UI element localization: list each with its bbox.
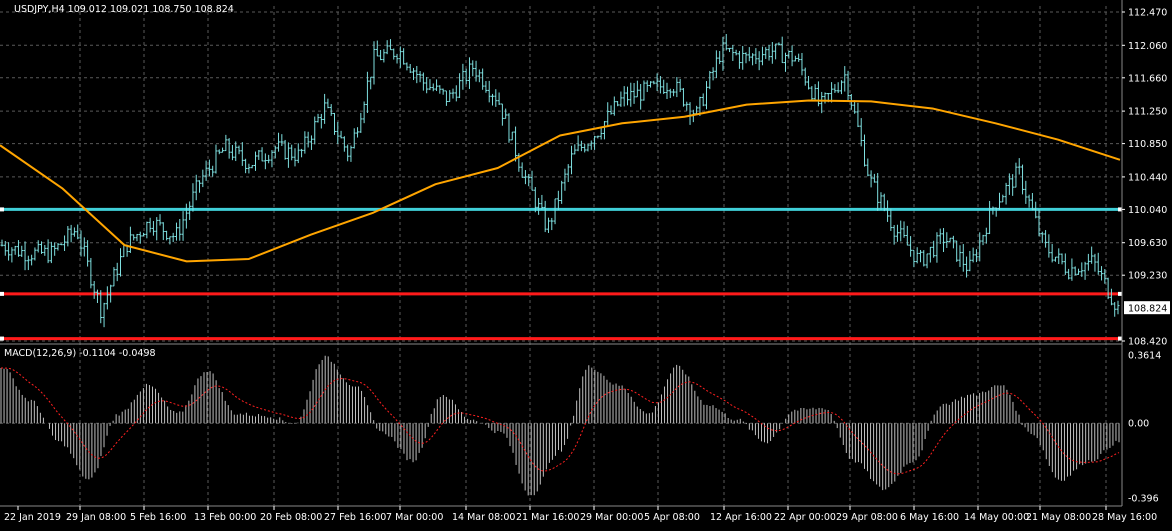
time-tick-label: 29 Jan 08:00 — [66, 512, 126, 523]
macd-tick-label: 0.3614 — [1128, 351, 1161, 362]
time-tick-label: 6 May 16:00 — [900, 512, 959, 523]
chart-canvas[interactable]: 112.470 112.060 111.660 111.250 110.850 110.4… — [0, 0, 1172, 527]
level-handle-left — [0, 207, 4, 212]
current-price-label: 108.824 — [1128, 304, 1167, 315]
time-tick-label: 14 May 00:00 — [964, 512, 1029, 523]
symbol-title: USDJPY,H4 109.012 109.021 108.750 108.82… — [14, 4, 234, 15]
chart-background — [0, 0, 1172, 527]
price-tick-label: 109.630 — [1128, 238, 1167, 249]
time-tick-label: 12 Apr 16:00 — [710, 512, 772, 523]
price-tick-label: 112.060 — [1128, 41, 1167, 52]
price-tick-label: 112.470 — [1128, 8, 1167, 19]
time-tick-label: 29 Mar 00:00 — [580, 512, 643, 523]
price-tick-label: 110.850 — [1128, 139, 1167, 150]
price-tick-label: 109.230 — [1128, 271, 1167, 282]
level-handle-left — [0, 336, 4, 341]
macd-tick-label: 0.00 — [1128, 419, 1149, 430]
time-tick-label: 27 Feb 16:00 — [324, 512, 386, 523]
time-tick-label: 13 Feb 00:00 — [194, 512, 256, 523]
price-tick-label: 108.420 — [1128, 337, 1167, 348]
time-tick-label: 7 Mar 00:00 — [386, 512, 443, 523]
level-handle-right — [1118, 336, 1122, 341]
time-tick-label: 22 Jan 2019 — [4, 512, 61, 523]
level-handle-right — [1118, 207, 1122, 212]
price-tick-label: 111.250 — [1128, 107, 1167, 118]
time-tick-label: 14 Mar 08:00 — [452, 512, 515, 523]
time-tick-label: 29 Apr 08:00 — [836, 512, 898, 523]
time-tick-label: 20 Feb 08:00 — [260, 512, 322, 523]
level-handle-left — [0, 291, 4, 296]
price-tick-label: 111.660 — [1128, 73, 1167, 84]
macd-title: MACD(12,26,9) -0.1104 -0.0498 — [4, 348, 156, 359]
time-tick-label: 22 Apr 00:00 — [774, 512, 836, 523]
time-tick-label: 5 Apr 08:00 — [644, 512, 700, 523]
time-tick-label: 28 May 16:00 — [1092, 512, 1157, 523]
time-tick-label: 5 Feb 16:00 — [130, 512, 186, 523]
price-tick-label: 110.040 — [1128, 205, 1167, 216]
price-tick-label: 110.440 — [1128, 172, 1167, 183]
time-tick-label: 21 May 08:00 — [1026, 512, 1091, 523]
chart-window[interactable]: 112.470 112.060 111.660 111.250 110.850 110.4… — [0, 0, 1172, 527]
time-tick-label: 21 Mar 16:00 — [516, 512, 579, 523]
level-handle-right — [1118, 291, 1122, 296]
macd-tick-label: -0.396 — [1128, 494, 1159, 505]
